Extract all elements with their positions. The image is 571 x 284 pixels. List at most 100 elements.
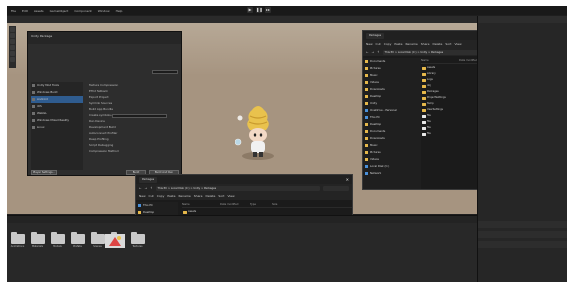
project-toolbar [7, 216, 477, 223]
file-name: Temp [421, 102, 459, 106]
nav-item[interactable]: Pictures [363, 65, 421, 72]
platform-item[interactable]: Linux [31, 124, 83, 131]
rotate-tool-icon[interactable] [10, 39, 15, 44]
nav-item[interactable]: This PC [136, 202, 178, 209]
platform-item[interactable]: iOS [31, 103, 83, 110]
toolbar-button[interactable]: Cut [376, 42, 381, 46]
nav-item[interactable]: Music [363, 72, 421, 79]
nav-item[interactable]: Desktop [363, 121, 421, 128]
toolbar-button[interactable]: Copy [157, 194, 165, 198]
move-tool-icon[interactable] [10, 33, 15, 38]
back-icon[interactable]: ← [366, 50, 369, 54]
menu-item[interactable]: Component [74, 9, 91, 13]
platform-item[interactable]: Android [31, 96, 83, 103]
asset-label: Models [53, 245, 62, 248]
file-name: file [421, 120, 459, 124]
toolbar-button[interactable]: View [227, 194, 234, 198]
hand-tool-icon[interactable] [10, 27, 15, 32]
column-header[interactable]: Type [250, 203, 272, 206]
texture-compression-select[interactable] [112, 114, 167, 118]
dialog-titlebar: Packages ✕ [136, 175, 352, 184]
dialog-window-controls: ✕ [346, 177, 349, 182]
nav-item[interactable]: Unity [363, 100, 421, 107]
menu-item[interactable]: Assets [34, 9, 44, 13]
toolbar-button[interactable]: Copy [384, 42, 392, 46]
file-name: Assets [182, 210, 220, 214]
back-icon[interactable]: ← [139, 186, 142, 190]
file-name: ProjectSettings [421, 96, 459, 100]
nav-item[interactable]: OneDrive - Personal [363, 107, 421, 114]
forward-icon[interactable]: → [372, 50, 375, 54]
nav-item[interactable]: Documents [363, 128, 421, 135]
menu-item[interactable]: File [11, 9, 16, 13]
up-icon[interactable]: ↑ [377, 50, 380, 54]
platform-item[interactable]: Windows Mixed Reality [31, 117, 83, 124]
toolbar-button[interactable]: Sort [445, 42, 451, 46]
column-header[interactable]: Name [182, 203, 220, 206]
up-icon[interactable]: ↑ [150, 186, 153, 190]
asset-folder[interactable]: Materials [29, 232, 46, 248]
pause-icon[interactable]: ❚❚ [256, 7, 263, 13]
menu-item[interactable]: GameObject [50, 9, 69, 13]
nav-item[interactable]: Network [363, 170, 421, 177]
asset-folder[interactable]: Models [49, 232, 66, 248]
folder-icon [30, 232, 45, 244]
toolbar-button[interactable]: New [366, 42, 373, 46]
play-icon[interactable]: ▶ [247, 7, 253, 13]
close-icon[interactable]: ✕ [346, 177, 349, 182]
asset-folder[interactable]: Prefabs [69, 232, 86, 248]
toolbar-button[interactable]: Sort [218, 194, 224, 198]
nav-item[interactable]: Pictures [363, 149, 421, 156]
nav-item[interactable]: Downloads [363, 86, 421, 93]
menu-item[interactable]: Help [116, 9, 123, 13]
toolbar-button[interactable]: Delete [205, 194, 215, 198]
platform-item[interactable]: Unity Mod Tools [31, 82, 83, 89]
toolbar-button[interactable]: Paste [167, 194, 175, 198]
explorer-tab[interactable]: Packages [366, 32, 385, 39]
asset-folder[interactable]: Scenes [89, 232, 106, 248]
transform-tool-icon[interactable] [10, 57, 15, 62]
nav-item[interactable]: Music [363, 142, 421, 149]
dialog-header: Unity Package [28, 32, 181, 44]
player-settings-button[interactable]: Player Settings... [31, 170, 57, 175]
asset-thumbnail-icon[interactable] [105, 234, 125, 248]
nav-item[interactable]: Videos [363, 79, 421, 86]
toolbar-button[interactable]: Cut [149, 194, 154, 198]
file-name: Library [421, 72, 459, 76]
rect-tool-icon[interactable] [10, 51, 15, 56]
step-icon[interactable]: ▸▸ [265, 7, 271, 13]
column-header[interactable]: Size [272, 203, 286, 206]
platform-item[interactable]: WebGL [31, 110, 83, 117]
toolbar-button[interactable]: Share [194, 194, 203, 198]
platform-list: Unity Mod Tools Windows Build Android iOS We… [31, 82, 83, 170]
dialog-address-bar[interactable]: This PC > Local Disk (C:) > Unity > Pack… [155, 185, 320, 191]
character-model[interactable] [235, 104, 281, 170]
menu-item[interactable]: Window [98, 9, 110, 13]
asset-folder[interactable]: Animations [9, 232, 26, 248]
forward-icon[interactable]: → [145, 186, 148, 190]
nav-item[interactable]: This PC [363, 114, 421, 121]
nav-item[interactable]: Desktop [363, 93, 421, 100]
toolbar-button[interactable]: Paste [394, 42, 402, 46]
menu-item[interactable]: Edit [22, 9, 28, 13]
nav-item[interactable]: Videos [363, 156, 421, 163]
dialog-tab[interactable]: Packages [139, 176, 158, 183]
toolbar-button[interactable]: Rename [405, 42, 417, 46]
dialog-search-input[interactable] [323, 185, 349, 191]
platform-item[interactable]: Windows Build [31, 89, 83, 96]
nav-item[interactable]: Local Disk (C:) [363, 163, 421, 170]
column-header[interactable]: Name [421, 59, 459, 62]
toolbar-button[interactable]: New [139, 194, 146, 198]
toolbar-button[interactable]: Rename [178, 194, 190, 198]
nav-item[interactable]: Documents [363, 58, 421, 65]
asset-folder[interactable]: Textures [129, 232, 146, 248]
nav-item[interactable]: Downloads [363, 135, 421, 142]
scale-tool-icon[interactable] [10, 45, 15, 50]
toolbar-button[interactable]: Share [421, 42, 430, 46]
toolbar-button[interactable]: Delete [432, 42, 442, 46]
dialog-search-input[interactable] [152, 70, 178, 74]
column-header[interactable]: Date modified [220, 203, 250, 206]
setting-label: Compression Method [89, 149, 119, 153]
toolbar-button[interactable]: View [454, 42, 461, 46]
scene-tools [9, 26, 16, 68]
